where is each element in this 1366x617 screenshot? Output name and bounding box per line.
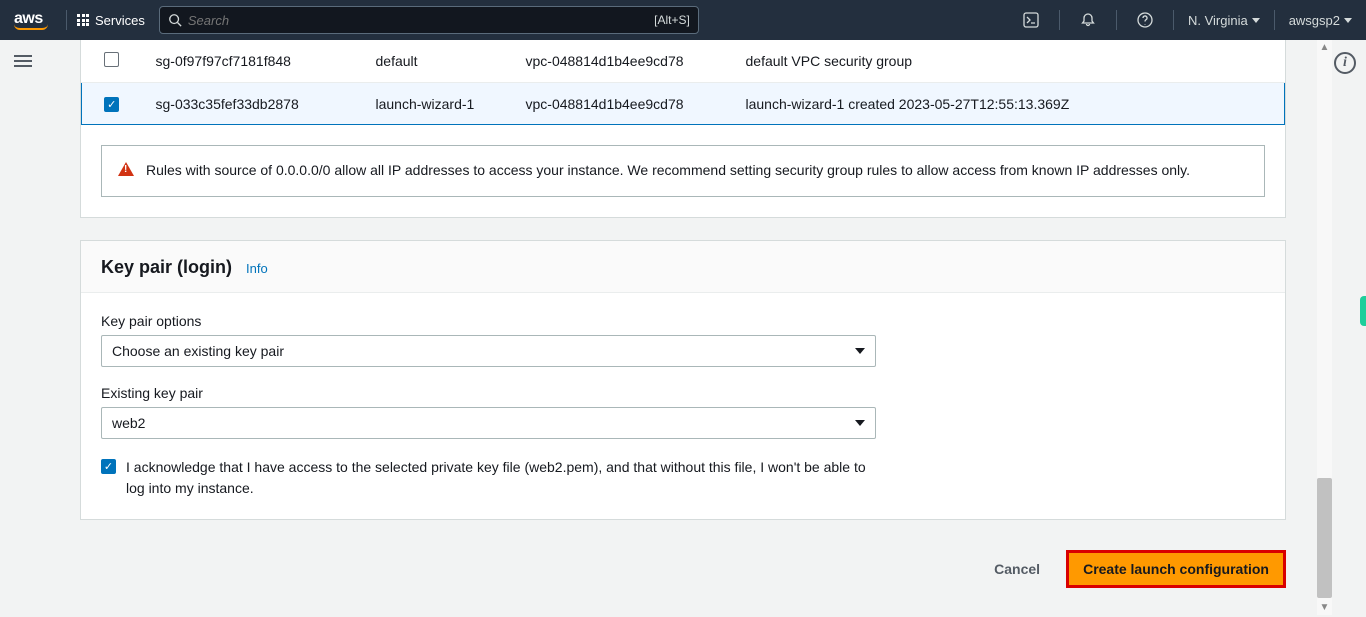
help-icon[interactable] xyxy=(1131,6,1159,34)
acknowledge-row: I acknowledge that I have access to the … xyxy=(101,457,1265,499)
region-selector[interactable]: N. Virginia xyxy=(1188,13,1260,28)
aws-logo[interactable]: aws xyxy=(14,10,48,30)
main-content: sg-0f97f97cf7181f848 default vpc-048814d… xyxy=(48,40,1318,617)
sg-id: sg-0f97f97cf7181f848 xyxy=(142,40,362,83)
feedback-tab[interactable] xyxy=(1360,296,1366,326)
row-checkbox[interactable] xyxy=(104,52,119,67)
sg-vpc: vpc-048814d1b4ee9cd78 xyxy=(512,83,732,125)
sg-desc: default VPC security group xyxy=(732,40,1285,83)
acknowledge-text: I acknowledge that I have access to the … xyxy=(126,457,886,499)
chevron-down-icon xyxy=(1252,18,1260,23)
create-launch-configuration-button[interactable]: Create launch configuration xyxy=(1066,550,1286,588)
form-actions: Cancel Create launch configuration xyxy=(80,542,1286,608)
security-groups-table: sg-0f97f97cf7181f848 default vpc-048814d… xyxy=(81,40,1285,125)
warning-text: Rules with source of 0.0.0.0/0 allow all… xyxy=(146,160,1190,182)
services-label: Services xyxy=(95,13,145,28)
keypair-title: Key pair (login) xyxy=(101,257,232,278)
scroll-up[interactable]: ▲ xyxy=(1317,40,1332,55)
keypair-info-link[interactable]: Info xyxy=(246,261,268,276)
table-row[interactable]: sg-033c35fef33db2878 launch-wizard-1 vpc… xyxy=(82,83,1285,125)
search-shortcut: [Alt+S] xyxy=(654,13,690,27)
info-panel-toggle[interactable]: i xyxy=(1334,52,1356,74)
keypair-panel: Key pair (login) Info Key pair options C… xyxy=(80,240,1286,520)
sg-name: launch-wizard-1 xyxy=(362,83,512,125)
acknowledge-checkbox[interactable] xyxy=(101,459,116,474)
keypair-options-label: Key pair options xyxy=(101,313,1265,329)
account-menu[interactable]: awsgsp2 xyxy=(1289,13,1352,28)
security-warning: Rules with source of 0.0.0.0/0 allow all… xyxy=(101,145,1265,197)
region-label: N. Virginia xyxy=(1188,13,1248,28)
sidebar-toggle[interactable] xyxy=(14,52,32,70)
chevron-down-icon xyxy=(855,348,865,354)
existing-keypair-value: web2 xyxy=(112,415,145,431)
table-row[interactable]: sg-0f97f97cf7181f848 default vpc-048814d… xyxy=(82,40,1285,83)
search-icon xyxy=(168,13,182,27)
chevron-down-icon xyxy=(855,420,865,426)
existing-keypair-select[interactable]: web2 xyxy=(101,407,876,439)
search-input[interactable] xyxy=(188,13,654,28)
warning-icon xyxy=(118,162,134,176)
services-menu[interactable]: Services xyxy=(77,13,145,28)
cancel-button[interactable]: Cancel xyxy=(994,561,1040,577)
notifications-icon[interactable] xyxy=(1074,6,1102,34)
security-groups-panel: sg-0f97f97cf7181f848 default vpc-048814d… xyxy=(80,40,1286,218)
chevron-down-icon xyxy=(1344,18,1352,23)
scroll-down[interactable]: ▼ xyxy=(1317,600,1332,615)
account-label: awsgsp2 xyxy=(1289,13,1340,28)
aws-logo-text: aws xyxy=(14,10,43,27)
keypair-header: Key pair (login) Info xyxy=(81,241,1285,293)
keypair-options-value: Choose an existing key pair xyxy=(112,343,284,359)
scrollbar-thumb[interactable] xyxy=(1317,478,1332,598)
keypair-options-select[interactable]: Choose an existing key pair xyxy=(101,335,876,367)
grid-icon xyxy=(77,14,89,26)
sg-desc: launch-wizard-1 created 2023-05-27T12:55… xyxy=(732,83,1285,125)
sg-id: sg-033c35fef33db2878 xyxy=(142,83,362,125)
sg-vpc: vpc-048814d1b4ee9cd78 xyxy=(512,40,732,83)
sg-name: default xyxy=(362,40,512,83)
existing-keypair-label: Existing key pair xyxy=(101,385,1265,401)
search-box[interactable]: [Alt+S] xyxy=(159,6,699,34)
row-checkbox[interactable] xyxy=(104,97,119,112)
top-nav: aws Services [Alt+S] N. Virginia awsgsp2 xyxy=(0,0,1366,40)
cloudshell-icon[interactable] xyxy=(1017,6,1045,34)
